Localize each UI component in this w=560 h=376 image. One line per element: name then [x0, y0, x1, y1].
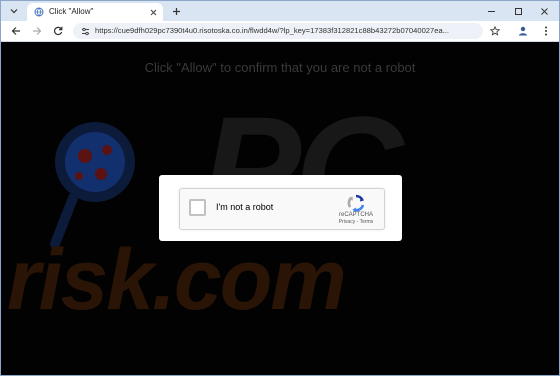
maximize-button[interactable] [507, 2, 529, 20]
privacy-link[interactable]: Privacy [339, 219, 355, 225]
close-icon [540, 7, 548, 15]
captcha-panel: I'm not a robot reCAPTCHA Privacy - Term… [159, 175, 402, 241]
terms-link[interactable]: Terms [360, 219, 374, 225]
tab-active[interactable]: Click "Allow" [27, 3, 163, 21]
page-content: PC risk.com Click "Allow" to confirm tha… [1, 42, 559, 375]
reload-button[interactable] [51, 24, 65, 38]
chevron-down-icon [10, 9, 18, 14]
arrow-right-icon [33, 27, 42, 35]
recaptcha-links: Privacy - Terms [332, 219, 380, 225]
browser-toolbar: https://cue9dfh029pc7390t4u0.risotoska.c… [1, 21, 559, 42]
not-a-robot-checkbox[interactable] [189, 199, 206, 216]
tab-strip: Click "Allow" [1, 1, 559, 21]
recaptcha-logo-icon [347, 194, 365, 212]
browser-window: Click "Allow" https://cue9dfh029pc7390t4… [0, 0, 560, 376]
back-button[interactable] [9, 24, 23, 38]
profile-button[interactable] [516, 24, 530, 38]
bookmark-button[interactable] [488, 24, 502, 38]
star-icon [490, 26, 500, 36]
url-text: https://cue9dfh029pc7390t4u0.risotoska.c… [95, 26, 450, 35]
recaptcha-brand: reCAPTCHA [338, 212, 373, 218]
new-tab-button[interactable] [169, 4, 183, 18]
page-headline: Click "Allow" to confirm that you are no… [144, 60, 416, 75]
site-info-button[interactable] [79, 25, 91, 37]
tab-search-button[interactable] [7, 4, 21, 18]
address-bar[interactable]: https://cue9dfh029pc7390t4u0.risotoska.c… [73, 23, 483, 39]
close-window-button[interactable] [533, 2, 555, 20]
close-icon [150, 9, 156, 15]
tune-icon [81, 27, 89, 35]
reload-icon [53, 26, 63, 36]
maximize-icon [514, 7, 522, 15]
minimize-button[interactable] [480, 2, 502, 20]
arrow-left-icon [11, 27, 20, 35]
minimize-icon [487, 10, 495, 12]
kebab-menu-icon [545, 26, 547, 36]
tab-close-button[interactable] [147, 6, 159, 18]
tab-title: Click "Allow" [49, 7, 94, 16]
forward-button[interactable] [30, 24, 44, 38]
person-icon [519, 26, 527, 36]
risk-watermark-text: risk.com [7, 232, 347, 328]
chrome-menu-button[interactable] [539, 24, 553, 38]
plus-icon [172, 7, 180, 15]
checkbox-label: I'm not a robot [216, 202, 274, 212]
globe-icon [34, 7, 44, 17]
recaptcha-widget: I'm not a robot reCAPTCHA Privacy - Term… [179, 188, 385, 230]
